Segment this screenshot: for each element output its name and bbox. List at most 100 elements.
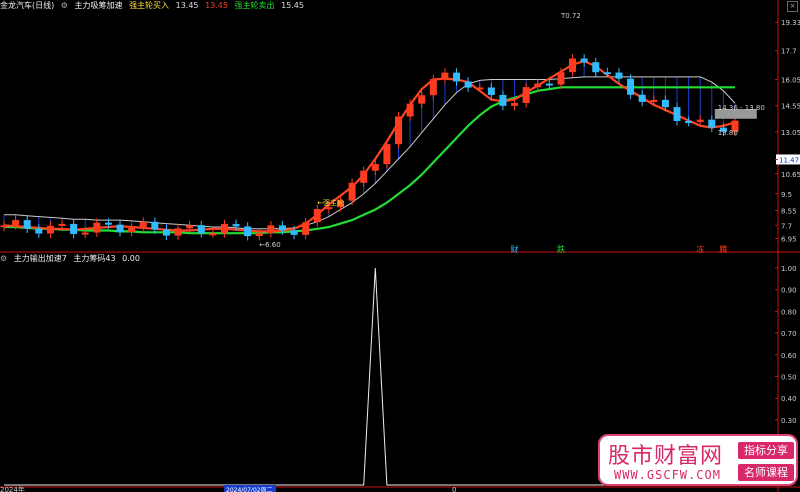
candle-body (453, 72, 461, 82)
marker-dong: 冻 (696, 244, 704, 254)
y-tick-label: 16.05 (781, 76, 800, 84)
sub-y-tick-label: 0.40 (781, 395, 797, 403)
candle-body (139, 221, 147, 228)
candle-body (116, 224, 124, 233)
site-logo[interactable]: 股市财富网 WWW.GSCFW.COM 指标分享 名师课程 (598, 434, 798, 486)
candle-body (418, 95, 426, 104)
sub-y-tick-label: 0.60 (781, 352, 797, 360)
candle-body (174, 228, 182, 236)
marker-die: 跌 (557, 244, 565, 254)
candle-body (360, 170, 368, 183)
candle-body (383, 144, 391, 165)
candle-body (638, 94, 646, 102)
range-price-label: 14.36 - 13.80 (718, 104, 765, 112)
marker-teng: 腾 (719, 244, 727, 254)
chart-window: 金龙汽车(日线) ⚙ 主力吸筹加速 强主轮买入 13.45 13.45 强主轮卖… (0, 0, 800, 492)
candle-body (255, 233, 263, 237)
candle-body (232, 224, 240, 227)
y-tick-label: 14.55 (781, 103, 800, 111)
ma-red-line (3, 59, 736, 233)
candle-body (441, 72, 449, 80)
candle-body (220, 224, 228, 234)
candle-body (197, 225, 205, 234)
grid-lines (0, 0, 800, 492)
candle-body (569, 58, 577, 73)
y-tick-label: 9.5 (781, 191, 792, 199)
low-price-label: ←6.60 (259, 241, 280, 249)
candle-body (371, 164, 379, 171)
candle-body (104, 222, 112, 225)
candle-body (0, 225, 8, 228)
candle-body (128, 227, 136, 233)
y-tick-label: 19.33 (781, 19, 800, 27)
candle-body (534, 83, 542, 88)
y-tick-label: 8.55 (781, 207, 797, 215)
candle-body (696, 119, 704, 122)
candle-body (348, 182, 356, 201)
candle-body (476, 87, 484, 90)
candle-body (151, 221, 159, 230)
x-axis-mid-tick: 0 (452, 486, 456, 492)
candle-body (46, 225, 54, 234)
candle-body (499, 94, 507, 106)
y-axis-layer: 19.33 17.7 16.05 14.55 13.05 11.47 10.65 9.5 8.5… (775, 19, 800, 425)
sub-y-tick-label: 0.50 (781, 374, 797, 382)
y-tick-label: 17.7 (781, 48, 797, 56)
candle-body (267, 225, 275, 234)
x-axis-year: 2024年 (0, 485, 25, 492)
candle-body (673, 107, 681, 122)
candle-body (685, 121, 693, 124)
candle-body (429, 79, 437, 96)
candle-body (545, 83, 553, 86)
y-tick-label: 7.7 (781, 222, 792, 230)
range-low-label: 13.80 (718, 129, 738, 137)
candle-body (23, 220, 31, 229)
candlestick-chart[interactable]: T0.72 ←强主轮 ←6.60 14.36 - 13.80 13.80 财 跌 冻 腾 19.… (0, 0, 800, 492)
candle-body (58, 223, 66, 226)
badge-indicators[interactable]: 指标分享 (738, 442, 794, 459)
candle-body (661, 99, 669, 108)
badge-courses[interactable]: 名师课程 (738, 464, 794, 481)
candle-body (580, 58, 588, 63)
annotations-layer: T0.72 ←强主轮 ←6.60 14.36 - 13.80 13.80 财 跌 冻 腾 (259, 12, 765, 254)
candle-body (244, 226, 252, 237)
sub-y-tick-label: 0.70 (781, 330, 797, 338)
candle-body (650, 99, 658, 102)
y-tick-label: 10.65 (781, 171, 800, 179)
ma-green-line (4, 86, 735, 235)
sub-y-tick-label: 1.00 (781, 265, 797, 273)
ma-white-line (4, 76, 736, 230)
candle-body (406, 103, 414, 117)
candle-body (615, 72, 623, 79)
candle-body (81, 232, 89, 235)
anchor-label: ←强主轮 (317, 198, 344, 207)
candle-body (35, 228, 43, 234)
sub-y-tick-label: 0.30 (781, 417, 797, 425)
candle-body (278, 225, 286, 231)
candle-body (395, 116, 403, 145)
logo-brand: 股市财富网 (608, 444, 724, 469)
candle-body (302, 222, 310, 235)
candle-body (162, 229, 170, 236)
candle-body (209, 233, 217, 236)
ma-lines (3, 59, 736, 235)
candle-body (511, 103, 519, 106)
candle-body (70, 223, 78, 234)
candle-body (592, 62, 600, 73)
candle-body (93, 222, 101, 233)
logo-url: WWW.GSCFW.COM (614, 468, 721, 482)
sub-y-tick-label: 0.90 (781, 287, 797, 295)
candle-body (313, 209, 321, 223)
y-tick-label: 11.47 (779, 156, 799, 164)
y-tick-label: 13.05 (781, 129, 800, 137)
candle-body (290, 230, 298, 235)
candle-body (603, 72, 611, 75)
candle-body (325, 207, 333, 210)
candle-body (522, 87, 530, 104)
candle-body (464, 81, 472, 88)
candle-body (557, 72, 565, 85)
candle-body (627, 78, 635, 95)
x-axis-date-box: 2024/07/02周二 (226, 487, 273, 492)
candle-body (12, 220, 20, 226)
candle-body (186, 225, 194, 229)
